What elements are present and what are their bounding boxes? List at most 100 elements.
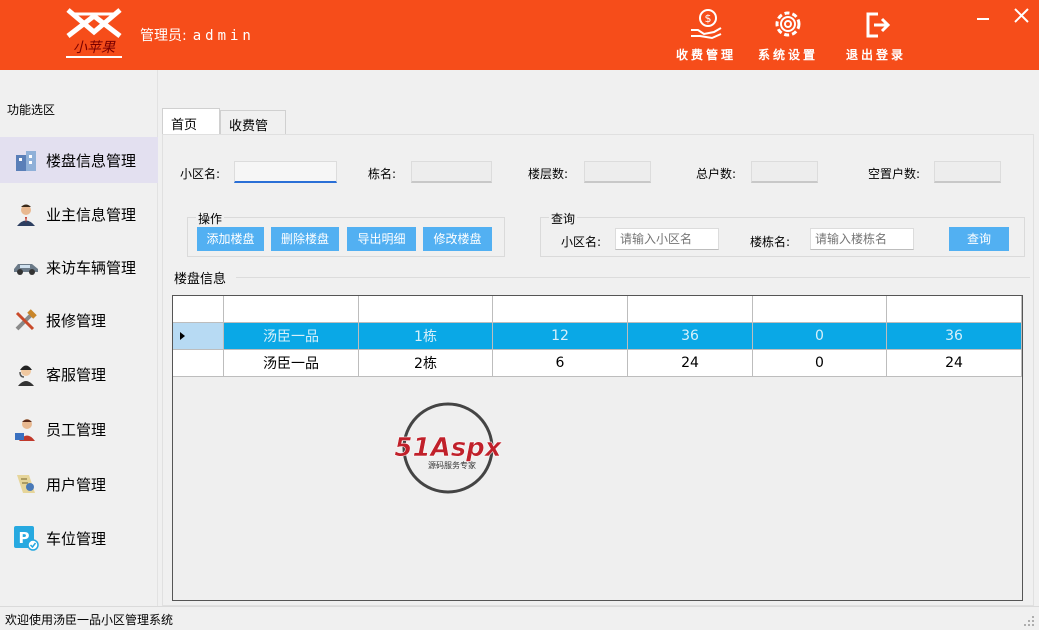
- gear-icon: [775, 11, 801, 37]
- households-label: 总户数:: [696, 167, 737, 181]
- floors-field[interactable]: [584, 161, 651, 183]
- status-bar: 欢迎使用汤臣一品小区管理系统: [0, 606, 1039, 630]
- cell-floors[interactable]: 6: [493, 350, 628, 377]
- tab-fee-management[interactable]: 收费管理: [220, 110, 286, 153]
- sidebar-item-label: 楼盘信息管理: [46, 151, 137, 170]
- close-button[interactable]: [1012, 6, 1032, 26]
- sidebar-item-label: 车位管理: [46, 529, 107, 548]
- edit-building-button[interactable]: 修改楼盘: [423, 227, 492, 251]
- sidebar-item-label: 客服管理: [46, 365, 107, 384]
- watermark-logo: 51Aspx 源码服务专家: [386, 402, 512, 494]
- logout-icon: [866, 12, 891, 38]
- sidebar-item-building[interactable]: 楼盘信息管理: [0, 137, 158, 183]
- logout-label: 退出登录: [845, 48, 906, 62]
- sidebar-item-repair[interactable]: 报修管理: [0, 297, 158, 343]
- section-divider: [236, 277, 1030, 278]
- sidebar: 功能选区 楼盘信息管理 业主信息管理 来访车辆管理 报修管理 客服管理 员工管理: [0, 70, 158, 606]
- sidebar-item-service[interactable]: 客服管理: [0, 351, 158, 397]
- admin-name: admin: [192, 28, 255, 44]
- parking-icon: P: [12, 524, 40, 552]
- sidebar-title: 功能选区: [7, 103, 56, 117]
- sidebar-item-label: 来访车辆管理: [46, 258, 137, 277]
- grid-header-row: 小区名 楼栋名 楼层数 总户数 入住户数 空置户数: [173, 296, 1022, 323]
- money-hand-icon: $: [691, 9, 722, 40]
- query-title: 查询: [549, 210, 578, 227]
- query-building-label: 楼栋名:: [750, 235, 791, 249]
- delete-building-button[interactable]: 删除楼盘: [271, 227, 339, 251]
- vacant-field[interactable]: [934, 161, 1001, 183]
- owner-icon: [12, 200, 40, 228]
- query-button[interactable]: 查询: [949, 227, 1009, 251]
- fee-management-label: 收费管理: [675, 48, 736, 62]
- cell-vacant[interactable]: 36: [887, 323, 1022, 350]
- logo-text: 小苹果: [73, 40, 116, 56]
- column-header-occupied[interactable]: 入住户数: [753, 296, 887, 323]
- minimize-button[interactable]: [974, 6, 994, 26]
- tools-icon: [12, 306, 40, 334]
- row-pointer-icon: [180, 332, 185, 340]
- building-label: 栋名:: [368, 167, 397, 181]
- system-settings-button[interactable]: 系统设置: [750, 8, 826, 66]
- building-grid[interactable]: 小区名 楼栋名 楼层数 总户数 入住户数 空置户数 汤臣一品 1栋 12 36 …: [172, 295, 1023, 601]
- watermark-brand: 51Aspx: [394, 433, 502, 463]
- community-label: 小区名:: [180, 167, 221, 181]
- operations-title: 操作: [196, 210, 225, 227]
- add-building-button[interactable]: 添加楼盘: [197, 227, 264, 251]
- query-community-input[interactable]: [615, 228, 719, 250]
- admin-label: 管理员:: [140, 28, 187, 44]
- cell-community[interactable]: 汤臣一品: [224, 323, 359, 350]
- cell-building[interactable]: 1栋: [359, 323, 493, 350]
- sidebar-item-parking[interactable]: P 车位管理: [0, 515, 158, 561]
- table-row[interactable]: 汤臣一品 1栋 12 36 0 36: [173, 323, 1022, 350]
- resize-grip-icon[interactable]: [1023, 615, 1035, 627]
- sidebar-item-car[interactable]: 来访车辆管理: [0, 244, 158, 290]
- sidebar-item-label: 报修管理: [46, 311, 107, 330]
- column-header-community[interactable]: 小区名: [224, 296, 359, 323]
- cell-community[interactable]: 汤臣一品: [224, 350, 359, 377]
- sidebar-item-owner[interactable]: 业主信息管理: [0, 191, 158, 237]
- cell-vacant[interactable]: 24: [887, 350, 1022, 377]
- cell-occupied[interactable]: 0: [753, 323, 887, 350]
- minimize-icon: [977, 18, 989, 20]
- logout-button[interactable]: 退出登录: [838, 8, 914, 66]
- sidebar-item-label: 业主信息管理: [46, 205, 137, 224]
- community-field[interactable]: [234, 161, 337, 183]
- car-icon: [12, 253, 40, 281]
- query-community-label: 小区名:: [561, 235, 602, 249]
- vacant-label: 空置户数:: [868, 167, 921, 181]
- cell-households[interactable]: 36: [628, 323, 753, 350]
- row-selector[interactable]: [173, 323, 224, 350]
- sidebar-item-label: 员工管理: [46, 420, 107, 439]
- column-header-building[interactable]: 楼栋名: [359, 296, 493, 323]
- table-row[interactable]: 汤臣一品 2栋 6 24 0 24: [173, 350, 1022, 377]
- status-text: 欢迎使用汤臣一品小区管理系统: [5, 613, 174, 627]
- close-icon: [1014, 8, 1029, 23]
- grid-section-title: 楼盘信息: [174, 272, 227, 287]
- service-icon: [12, 360, 40, 388]
- svg-text:$: $: [705, 12, 712, 25]
- cell-households[interactable]: 24: [628, 350, 753, 377]
- staff-icon: [12, 415, 40, 443]
- sidebar-item-staff[interactable]: 员工管理: [0, 406, 158, 452]
- sidebar-item-user[interactable]: 用户管理: [0, 461, 158, 507]
- cell-floors[interactable]: 12: [493, 323, 628, 350]
- fee-management-button[interactable]: $ 收费管理: [668, 8, 744, 66]
- tab-home[interactable]: 首页: [162, 108, 220, 135]
- watermark-tagline: 源码服务专家: [428, 460, 476, 470]
- column-header-households[interactable]: 总户数: [628, 296, 753, 323]
- query-building-input[interactable]: [810, 228, 914, 250]
- user-icon: [12, 470, 40, 498]
- building-icon: [12, 146, 40, 174]
- cell-occupied[interactable]: 0: [753, 350, 887, 377]
- export-details-button[interactable]: 导出明细: [347, 227, 416, 251]
- floors-label: 楼层数:: [528, 167, 569, 181]
- row-selector[interactable]: [173, 350, 224, 377]
- building-field[interactable]: [411, 161, 492, 183]
- admin-indicator: 管理员: admin: [140, 25, 255, 45]
- row-header-corner: [173, 296, 224, 323]
- system-settings-label: 系统设置: [757, 48, 818, 62]
- cell-building[interactable]: 2栋: [359, 350, 493, 377]
- households-field[interactable]: [751, 161, 818, 183]
- column-header-vacant[interactable]: 空置户数: [887, 296, 1022, 323]
- column-header-floors[interactable]: 楼层数: [493, 296, 628, 323]
